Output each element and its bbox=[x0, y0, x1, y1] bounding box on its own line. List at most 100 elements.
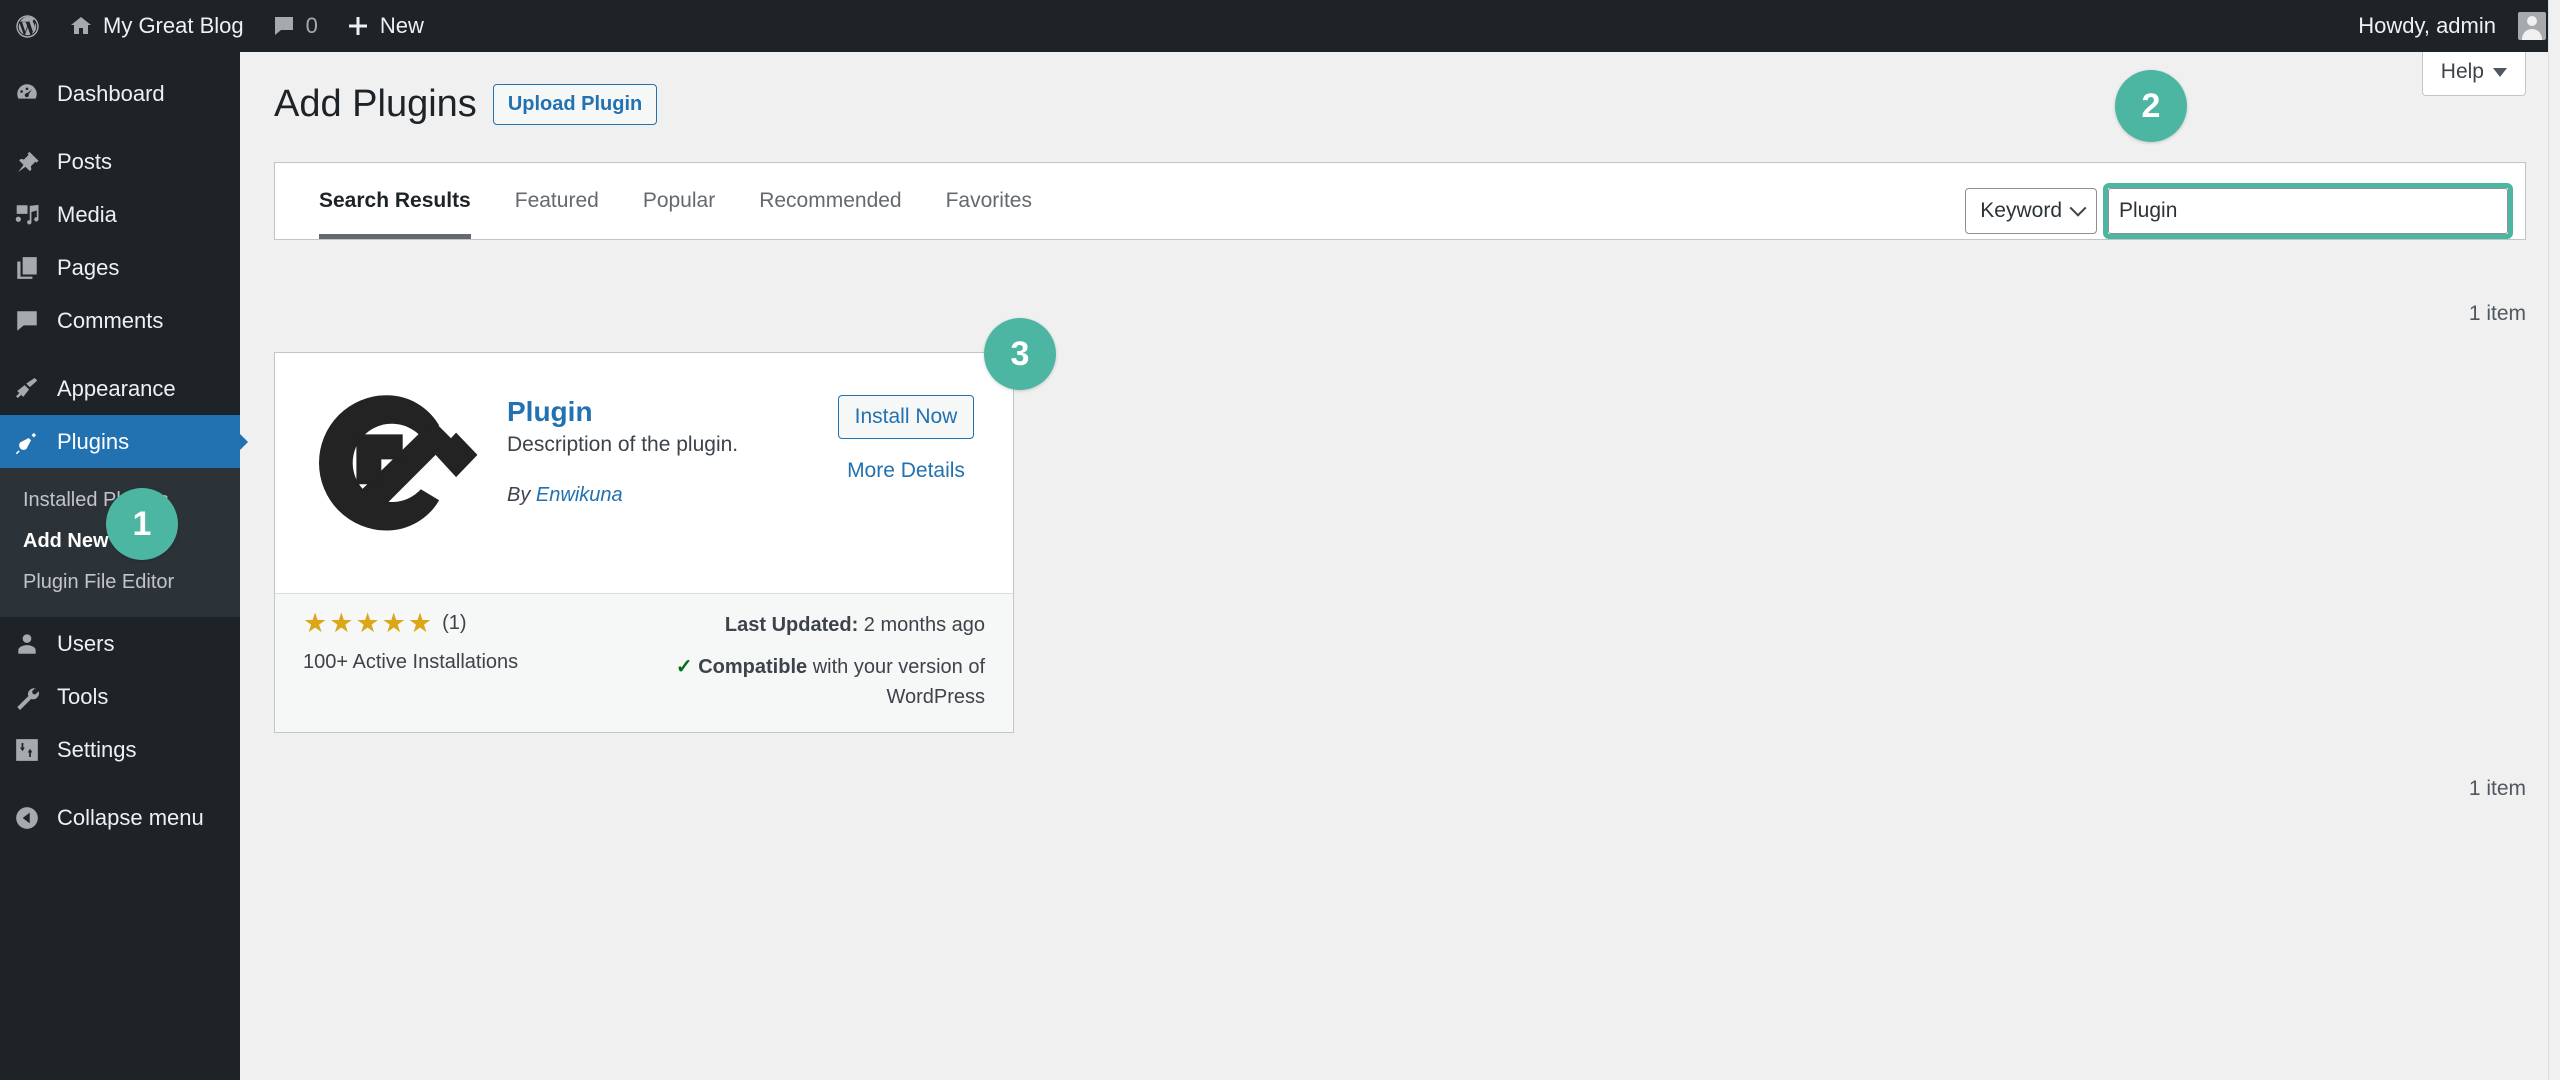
sidebar-item-users[interactable]: Users bbox=[0, 617, 240, 670]
new-content-label: New bbox=[379, 13, 424, 38]
plugin-card-text: Plugin Description of the plugin. By Enw… bbox=[507, 381, 827, 573]
install-now-button[interactable]: Install Now bbox=[837, 395, 975, 440]
star-icon: ★ bbox=[329, 608, 354, 638]
new-content-menu[interactable]: New bbox=[332, 0, 438, 52]
plugin-description: Description of the plugin. bbox=[507, 432, 739, 456]
sidebar-item-label: Pages bbox=[57, 254, 120, 280]
sidebar-item-label: Tools bbox=[57, 683, 109, 709]
my-account-menu[interactable]: Howdy, admin bbox=[2344, 0, 2550, 52]
plugin-author-link[interactable]: Enwikuna bbox=[536, 484, 623, 506]
tab-recommended[interactable]: Recommended bbox=[737, 163, 923, 239]
chevron-down-icon bbox=[2069, 199, 2087, 217]
help-label: Help bbox=[2440, 60, 2484, 83]
help-toggle-button[interactable]: Help bbox=[2421, 50, 2526, 96]
collapse-arrow-icon bbox=[14, 805, 48, 831]
user-icon bbox=[14, 631, 48, 657]
tab-search-results[interactable]: Search Results bbox=[297, 163, 493, 239]
check-icon: ✓ bbox=[675, 656, 693, 678]
compatibility-row: ✓ Compatible with your version of WordPr… bbox=[663, 652, 985, 712]
admin-bar-right: Howdy, admin bbox=[2344, 0, 2560, 52]
page-title: Add Plugins bbox=[274, 83, 477, 125]
plugin-filter-bar: Search Results Featured Popular Recommen… bbox=[274, 162, 2526, 240]
plugin-name-link[interactable]: Plugin bbox=[507, 396, 593, 427]
search-input-highlight bbox=[2103, 183, 2513, 239]
sidebar-item-label: Appearance bbox=[57, 375, 176, 401]
plugin-card-footer-right: Last Updated: 2 months ago ✓ Compatible … bbox=[663, 610, 985, 712]
callout-badge-2: 2 bbox=[2115, 70, 2187, 142]
main-content: Help Add Plugins Upload Plugin Search Re… bbox=[240, 50, 2560, 1080]
submenu-label: Add New bbox=[23, 530, 109, 552]
rating-count: (1) bbox=[442, 612, 467, 634]
page-scrollbar[interactable] bbox=[2548, 0, 2560, 1080]
greeting-label: Howdy, admin bbox=[2358, 13, 2496, 38]
tab-label: Popular bbox=[642, 189, 716, 212]
comments-menu[interactable]: 0 bbox=[258, 0, 332, 52]
sidebar-item-label: Posts bbox=[57, 148, 113, 174]
upload-plugin-button[interactable]: Upload Plugin bbox=[492, 84, 658, 126]
sidebar-item-settings[interactable]: Settings bbox=[0, 723, 240, 776]
plugin-card-footer-left: ★ ★ ★ ★ ★ (1) 100+ Active Installations bbox=[303, 610, 663, 712]
last-updated-row: Last Updated: 2 months ago bbox=[663, 610, 985, 640]
dashboard-icon bbox=[14, 81, 48, 107]
sidebar-item-collapse-menu[interactable]: Collapse menu bbox=[0, 791, 240, 844]
sidebar-item-label: Users bbox=[57, 630, 115, 656]
avatar bbox=[2518, 12, 2546, 40]
more-details-link[interactable]: More Details bbox=[827, 459, 985, 483]
plugin-author-prefix: By bbox=[507, 484, 531, 507]
compatible-label: Compatible bbox=[698, 656, 808, 678]
comments-count: 0 bbox=[305, 13, 318, 38]
admin-bar: My Great Blog 0 New Howdy, admin bbox=[0, 0, 2560, 52]
submenu-label: Plugin File Editor bbox=[23, 571, 175, 593]
item-count-bottom: 1 item bbox=[2468, 777, 2526, 800]
caret-down-icon bbox=[2493, 67, 2507, 77]
active-installations: 100+ Active Installations bbox=[303, 651, 519, 673]
search-type-label: Keyword bbox=[1980, 198, 2062, 222]
sidebar-item-media[interactable]: Media bbox=[0, 188, 240, 241]
plugin-search-group: Keyword bbox=[1965, 183, 2525, 239]
star-icon: ★ bbox=[381, 608, 406, 638]
comment-bubble-icon bbox=[272, 14, 296, 38]
page-title-row: Add Plugins Upload Plugin bbox=[240, 52, 2560, 129]
sidebar-item-label: Dashboard bbox=[57, 80, 165, 106]
pages-icon bbox=[14, 255, 48, 281]
admin-sidebar: Dashboard Posts Media Pages Comments App… bbox=[0, 52, 248, 1080]
sidebar-item-dashboard[interactable]: Dashboard bbox=[0, 67, 240, 120]
plugin-card-main: Plugin Description of the plugin. By Enw… bbox=[275, 353, 1013, 593]
media-icon bbox=[14, 202, 48, 228]
plugin-logo-icon bbox=[303, 381, 481, 559]
comment-bubble-icon bbox=[14, 308, 48, 334]
tab-popular[interactable]: Popular bbox=[621, 163, 737, 239]
plugin-card-actions: Install Now More Details bbox=[827, 381, 985, 573]
tab-favorites[interactable]: Favorites bbox=[924, 163, 1054, 239]
search-type-select[interactable]: Keyword bbox=[1965, 188, 2097, 234]
tab-featured[interactable]: Featured bbox=[493, 163, 621, 239]
sidebar-item-label: Comments bbox=[57, 307, 164, 333]
sidebar-item-posts[interactable]: Posts bbox=[0, 135, 240, 188]
sidebar-item-label: Plugins bbox=[57, 428, 130, 454]
callout-badge-3: 3 bbox=[984, 318, 1056, 390]
sidebar-item-pages[interactable]: Pages bbox=[0, 241, 240, 294]
plugin-card-footer: ★ ★ ★ ★ ★ (1) 100+ Active Installations … bbox=[275, 593, 1013, 732]
site-name-menu[interactable]: My Great Blog bbox=[55, 0, 258, 52]
tab-label: Search Results bbox=[319, 189, 471, 212]
rating-stars: ★ ★ ★ ★ ★ (1) bbox=[303, 610, 663, 637]
sidebar-item-label: Settings bbox=[57, 736, 137, 762]
sidebar-item-plugins[interactable]: Plugins bbox=[0, 415, 248, 468]
sidebar-item-comments[interactable]: Comments bbox=[0, 294, 240, 347]
last-updated-label: Last Updated: bbox=[724, 614, 859, 636]
pin-icon bbox=[14, 149, 48, 175]
sidebar-item-tools[interactable]: Tools bbox=[0, 670, 240, 723]
sidebar-item-label: Media bbox=[57, 201, 117, 227]
wp-logo-menu[interactable] bbox=[0, 0, 55, 52]
compatible-rest: with your version of WordPress bbox=[812, 656, 985, 708]
search-input[interactable] bbox=[2108, 188, 2508, 234]
home-icon bbox=[69, 14, 93, 38]
sidebar-item-label: Collapse menu bbox=[57, 804, 204, 830]
sidebar-item-appearance[interactable]: Appearance bbox=[0, 362, 240, 415]
plugin-author: By Enwikuna bbox=[507, 484, 827, 507]
wrench-icon bbox=[14, 684, 48, 710]
plugin-tabs: Search Results Featured Popular Recommen… bbox=[275, 163, 1054, 239]
star-icon: ★ bbox=[407, 608, 433, 638]
sidebar-item-plugin-file-editor[interactable]: Plugin File Editor bbox=[0, 562, 240, 603]
sliders-icon bbox=[14, 737, 48, 763]
